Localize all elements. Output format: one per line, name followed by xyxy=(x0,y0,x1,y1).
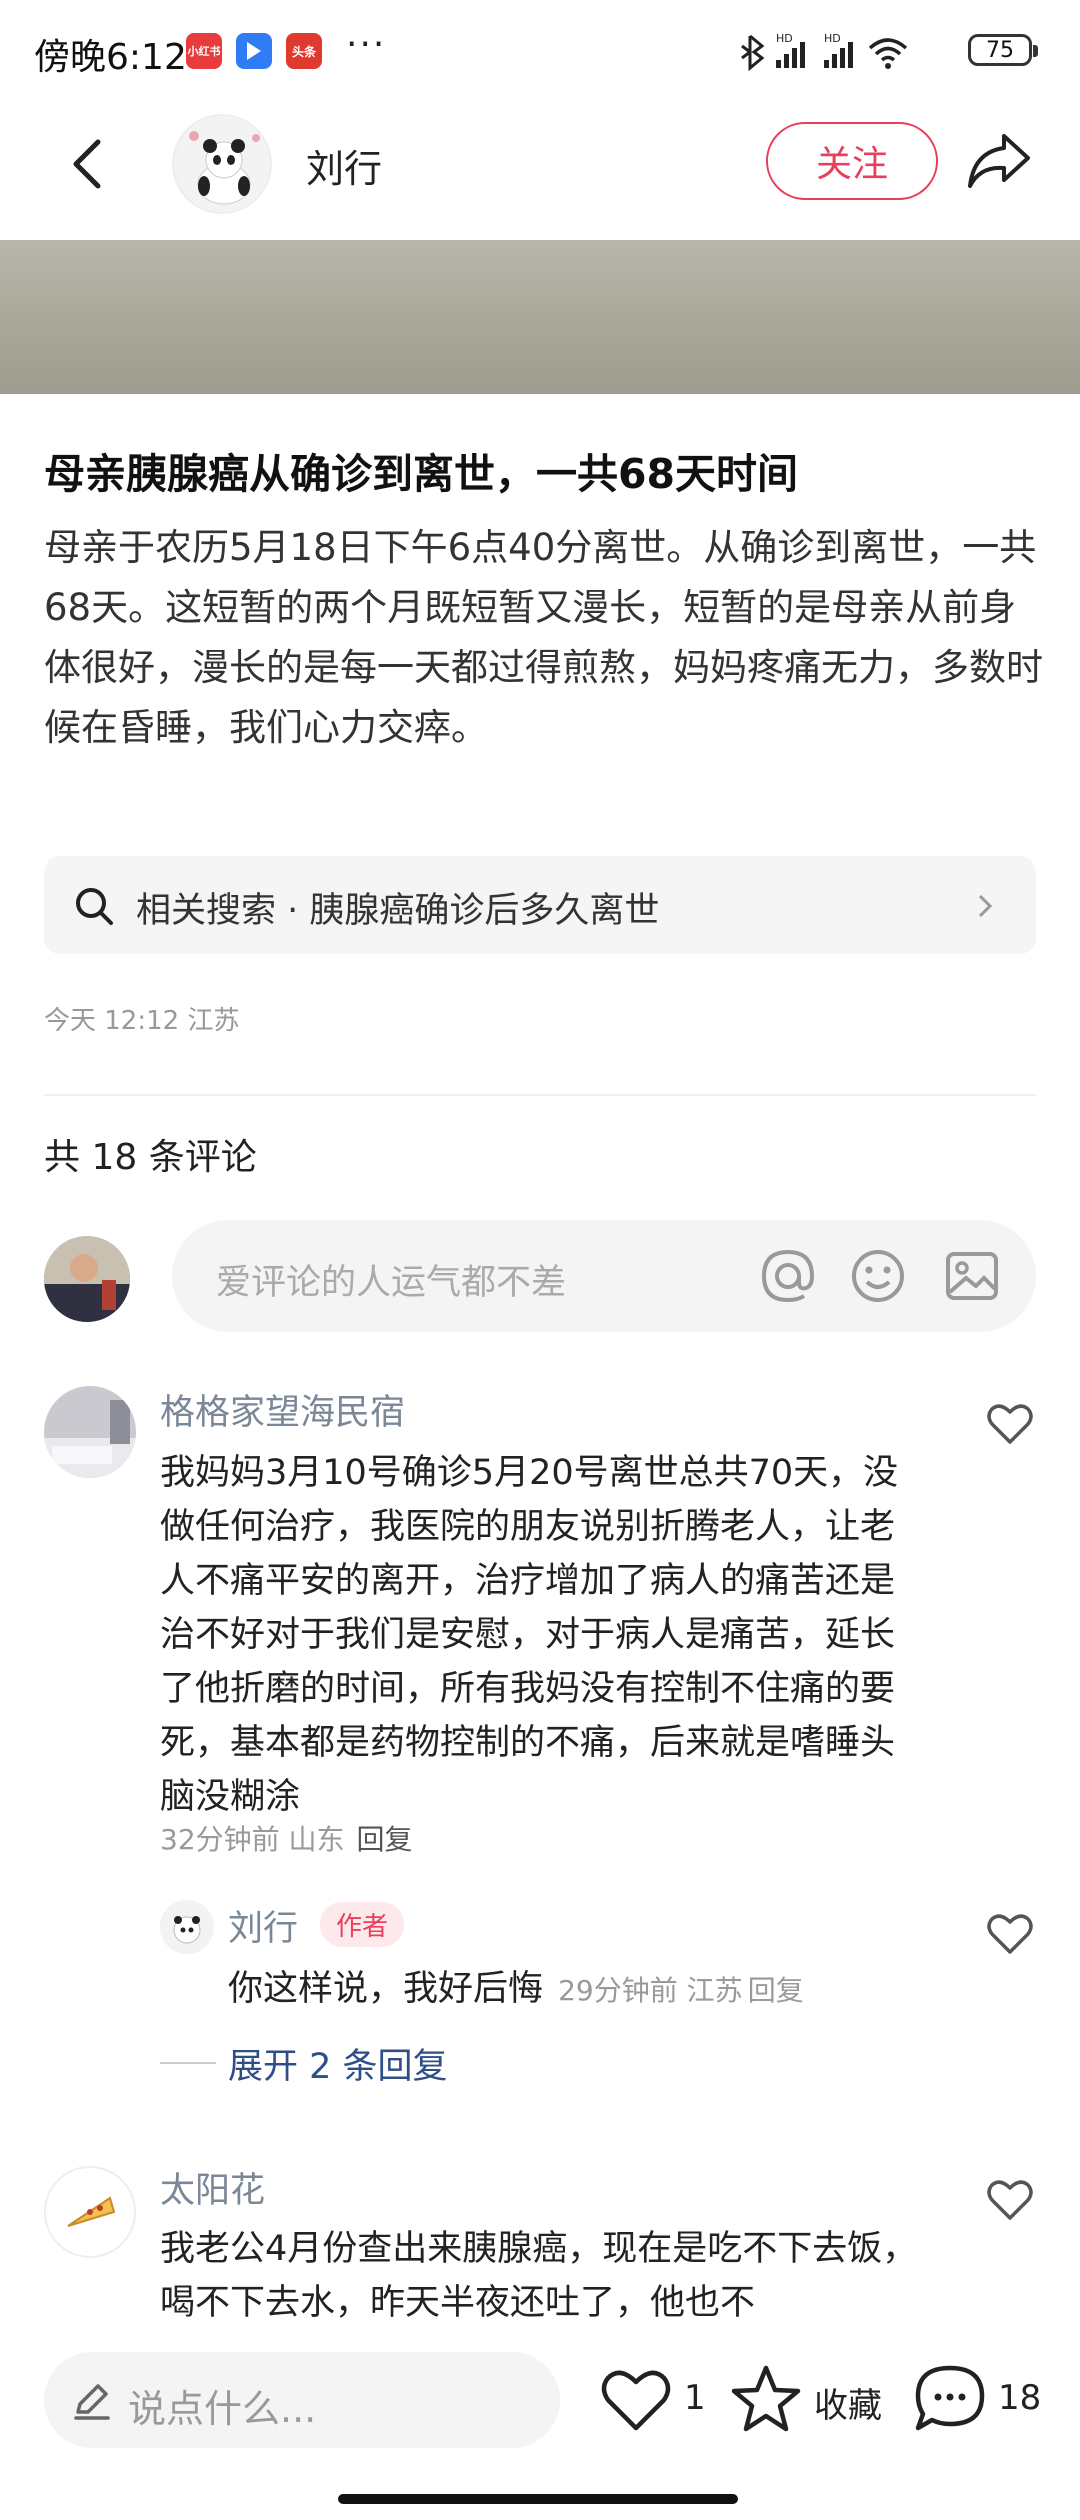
svg-text:HD: HD xyxy=(824,32,841,45)
home-indicator[interactable] xyxy=(338,2494,738,2504)
divider xyxy=(44,1094,1036,1096)
related-search-bar[interactable]: 相关搜索 · 胰腺癌确诊后多久离世 xyxy=(44,856,1036,954)
say-something-placeholder: 说点什么... xyxy=(128,2387,317,2431)
reply-button[interactable]: 回复 xyxy=(357,1823,413,1856)
mention-icon[interactable] xyxy=(758,1246,818,1306)
comment-count-label: 共 18 条评论 xyxy=(44,1137,257,1178)
commenter-name[interactable]: 太阳花 xyxy=(160,2162,265,2213)
current-user-avatar xyxy=(44,1236,130,1322)
comment-input[interactable]: 爱评论的人运气都不差 xyxy=(172,1220,1036,1332)
status-time: 傍晚6:12 xyxy=(34,37,187,78)
svg-text:HD: HD xyxy=(776,32,793,45)
reply-author-avatar[interactable] xyxy=(160,1900,214,1954)
heart-icon[interactable] xyxy=(984,1908,1036,1960)
expand-replies-link[interactable]: 展开 2 条回复 xyxy=(228,2038,448,2089)
like-count: 1 xyxy=(684,2378,706,2418)
image-icon[interactable] xyxy=(942,1246,1002,1306)
comment-text: 我妈妈3月10号确诊5月20号离世总共70天，没做任何治疗，我医院的朋友说别折腾… xyxy=(160,1453,899,1817)
comment-meta: 32分钟前 山东 回复 xyxy=(160,1818,413,1858)
author-name[interactable]: 刘行 xyxy=(306,138,382,193)
author-avatar[interactable] xyxy=(172,114,272,214)
reply-text: 你这样说，我好后悔 xyxy=(228,1969,544,2009)
share-icon[interactable] xyxy=(966,130,1032,192)
emoji-icon[interactable] xyxy=(848,1246,908,1306)
comment-count: 18 xyxy=(998,2378,1042,2418)
search-icon xyxy=(76,888,113,925)
xiaohongshu-icon: 小红书 xyxy=(186,33,222,69)
comment-input-placeholder: 爱评论的人运气都不差 xyxy=(216,1263,567,1303)
reply-button[interactable]: 回复 xyxy=(748,1974,804,2007)
expand-divider xyxy=(160,2062,216,2064)
battery-indicator: 75 xyxy=(968,34,1038,66)
comment-time-location: 32分钟前 山东 xyxy=(160,1823,345,1856)
heart-icon[interactable] xyxy=(984,1398,1036,1450)
back-icon[interactable] xyxy=(64,136,112,192)
like-icon[interactable] xyxy=(598,2366,674,2436)
reply-time-location: 29分钟前 江苏 xyxy=(558,1974,743,2007)
article-meta: 今天 12:12 江苏 xyxy=(44,1006,240,1036)
comment-icon[interactable] xyxy=(912,2362,988,2436)
commenter-avatar[interactable] xyxy=(44,1386,136,1478)
article-body: 母亲于农历5月18日下午6点40分离世。从确诊到离世，一共68天。这短暂的两个月… xyxy=(44,526,1043,749)
related-search-text: 相关搜索 · 胰腺癌确诊后多久离世 xyxy=(136,891,660,931)
commenter-avatar[interactable] xyxy=(44,2166,136,2258)
comment-text: 我老公4月份查出来胰腺癌，现在是吃不下去饭，喝不下去水，昨天半夜还吐了，他也不 xyxy=(160,2229,918,2323)
chevron-right-icon xyxy=(978,894,993,918)
article-cover-image[interactable] xyxy=(0,240,1080,394)
article-title: 母亲胰腺癌从确诊到离世，一共68天时间 xyxy=(44,450,799,498)
collect-label[interactable]: 收藏 xyxy=(814,2378,882,2427)
commenter-name[interactable]: 格格家望海民宿 xyxy=(160,1384,405,1435)
follow-button[interactable]: 关注 xyxy=(766,122,938,200)
blue-app-icon xyxy=(236,33,272,69)
author-tag: 作者 xyxy=(320,1902,405,1947)
pencil-icon xyxy=(74,2384,110,2420)
reply-author-name[interactable]: 刘行 xyxy=(228,1900,298,1951)
heart-icon[interactable] xyxy=(984,2174,1036,2226)
toutiao-icon: 头条 xyxy=(286,33,322,69)
status-bar: 傍晚6:12 小红书 头条 ··· HD HD 75 xyxy=(0,0,1080,100)
reply-row: 你这样说，我好后悔 29分钟前 江苏 回复 xyxy=(228,1962,804,2016)
star-icon[interactable] xyxy=(728,2362,804,2436)
more-notifications-icon: ··· xyxy=(346,24,387,65)
say-something-input[interactable]: 说点什么... xyxy=(44,2352,560,2448)
